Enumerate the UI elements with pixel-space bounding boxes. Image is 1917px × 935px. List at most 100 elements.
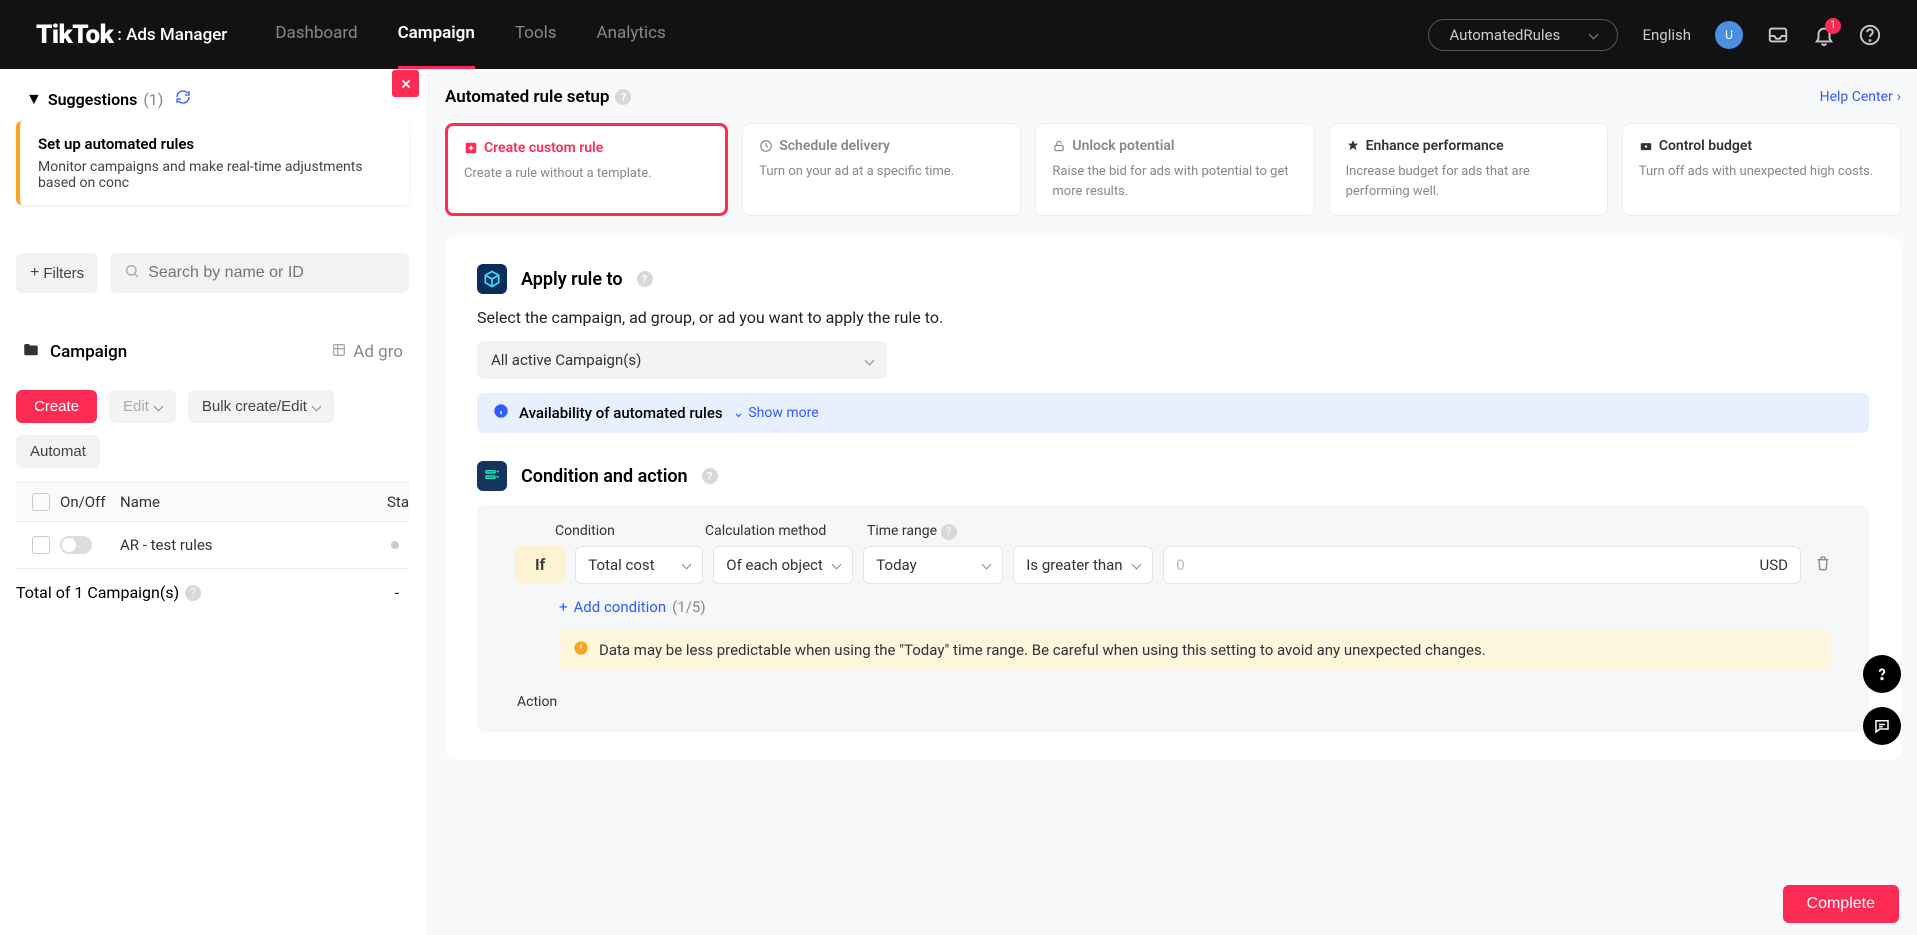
time-select[interactable]: Today [863, 546, 1003, 584]
apply-title: Apply rule to ? [477, 264, 1869, 294]
inbox-icon[interactable] [1767, 24, 1789, 46]
row-checkbox[interactable] [32, 536, 50, 554]
help-fab[interactable] [1863, 655, 1901, 693]
tab-campaign[interactable]: Campaign [50, 342, 127, 362]
help-icon[interactable]: ? [185, 585, 201, 601]
plus-icon: + [559, 598, 568, 616]
close-panel-button[interactable] [392, 70, 419, 97]
template-unlock[interactable]: Unlock potential Raise the bid for ads w… [1035, 123, 1314, 216]
language-selector[interactable]: English [1642, 26, 1691, 44]
help-icon[interactable]: ? [637, 271, 653, 287]
logo-suffix: : Ads Manager [117, 25, 227, 45]
trash-icon[interactable] [1815, 555, 1831, 575]
help-icon[interactable]: ? [702, 468, 718, 484]
template-control-budget[interactable]: Control budget Turn off ads with unexpec… [1622, 123, 1901, 216]
notif-badge: 1 [1825, 18, 1841, 34]
help-center-link[interactable]: Help Center › [1820, 89, 1901, 105]
cond-labels: Condition Calculation method Time range … [555, 523, 1831, 540]
chevron-down-icon [153, 402, 163, 412]
avatar[interactable]: U [1715, 21, 1743, 49]
automated-button[interactable]: Automat [16, 435, 100, 468]
plus-icon [464, 141, 478, 155]
warning-icon [573, 640, 589, 660]
logo: TikTok [36, 20, 113, 50]
condition-icon [477, 461, 507, 491]
caret-icon: ▼ [26, 89, 42, 109]
add-condition-link[interactable]: + Add condition (1/5) [559, 598, 1831, 616]
clock-icon [759, 139, 773, 153]
chevron-down-icon [1132, 560, 1142, 570]
double-chevron-icon: ⌄ [733, 405, 745, 421]
action-label: Action [517, 694, 1831, 710]
template-enhance[interactable]: Enhance performance Increase budget for … [1329, 123, 1608, 216]
nav-analytics[interactable]: Analytics [596, 23, 665, 47]
floating-actions [1863, 655, 1901, 745]
value-input[interactable]: 0 USD [1163, 546, 1801, 584]
chevron-down-icon [312, 402, 322, 412]
nav-campaign[interactable]: Campaign [398, 23, 475, 47]
search-input[interactable] [148, 264, 395, 282]
row-name[interactable]: AR - test rules [120, 536, 391, 554]
col-status: Sta [369, 493, 409, 511]
grid-icon [331, 342, 347, 363]
top-header: TikTok : Ads Manager Dashboard Campaign … [0, 0, 1917, 69]
suggestions-header: ▼ Suggestions (1) [26, 89, 409, 109]
budget-icon [1639, 139, 1653, 153]
chevron-down-icon [682, 560, 692, 570]
create-button[interactable]: Create [16, 390, 97, 423]
condition-select[interactable]: Total cost [575, 546, 703, 584]
filter-row: +Filters [16, 253, 409, 293]
if-label: If [515, 546, 565, 583]
template-schedule[interactable]: Schedule delivery Turn on your ad at a s… [742, 123, 1021, 216]
status-dot [391, 541, 399, 549]
chevron-down-icon [982, 560, 992, 570]
main: ▼ Suggestions (1) Set up automated rules… [0, 69, 1917, 935]
template-cards: Create custom rule Create a rule without… [445, 123, 1901, 216]
row-toggle[interactable] [60, 536, 92, 554]
unlock-icon [1052, 139, 1066, 153]
chevron-right-icon: › [1897, 89, 1901, 105]
campaign-tab-row: Campaign Ad gro [16, 331, 409, 374]
help-icon[interactable] [1859, 24, 1881, 46]
chevron-down-icon [1589, 30, 1599, 40]
chat-fab[interactable] [1863, 707, 1901, 745]
nav-dashboard[interactable]: Dashboard [275, 23, 357, 47]
col-onoff: On/Off [60, 493, 120, 511]
tab-adgroup[interactable]: Ad gro [331, 342, 403, 363]
table-header: On/Off Name Sta [16, 482, 409, 522]
calc-select[interactable]: Of each object [713, 546, 853, 584]
folder-icon [22, 341, 40, 363]
suggestion-desc: Monitor campaigns and make real-time adj… [38, 159, 391, 191]
condition-row: If Total cost Of each object Today Is gr… [515, 546, 1831, 584]
search-icon [124, 263, 140, 283]
col-name: Name [120, 493, 369, 511]
refresh-icon[interactable] [175, 89, 191, 109]
table-row: AR - test rules [16, 522, 409, 569]
search-wrap [110, 253, 409, 293]
suggestion-card[interactable]: Set up automated rules Monitor campaigns… [16, 121, 409, 205]
help-icon[interactable]: ? [615, 89, 631, 105]
warning-banner: Data may be less predictable when using … [559, 630, 1831, 670]
template-create-custom[interactable]: Create custom rule Create a rule without… [445, 123, 728, 216]
condition-title: Condition and action ? [477, 461, 1869, 491]
filters-button[interactable]: +Filters [16, 253, 98, 293]
nav-tools[interactable]: Tools [515, 23, 557, 47]
account-name: AutomatedRules [1449, 26, 1560, 44]
help-icon[interactable]: ? [941, 524, 957, 540]
panel-header: Automated rule setup ? Help Center › [445, 87, 1901, 107]
show-more-link[interactable]: ⌄ Show more [733, 405, 819, 421]
bell-icon[interactable]: 1 [1813, 24, 1835, 46]
operator-select[interactable]: Is greater than [1013, 546, 1153, 584]
panel-title: Automated rule setup ? [445, 87, 631, 107]
edit-button[interactable]: Edit [109, 390, 176, 423]
apply-desc: Select the campaign, ad group, or ad you… [477, 308, 1869, 327]
bulk-button[interactable]: Bulk create/Edit [188, 390, 334, 423]
suggestion-title: Set up automated rules [38, 135, 391, 153]
header-right: AutomatedRules English U 1 [1428, 19, 1881, 51]
right-panel: Automated rule setup ? Help Center › Cre… [425, 69, 1917, 935]
complete-button[interactable]: Complete [1783, 885, 1899, 923]
apply-select[interactable]: All active Campaign(s) [477, 341, 887, 379]
select-all-checkbox[interactable] [32, 493, 50, 511]
account-dropdown[interactable]: AutomatedRules [1428, 19, 1618, 51]
cube-icon [477, 264, 507, 294]
